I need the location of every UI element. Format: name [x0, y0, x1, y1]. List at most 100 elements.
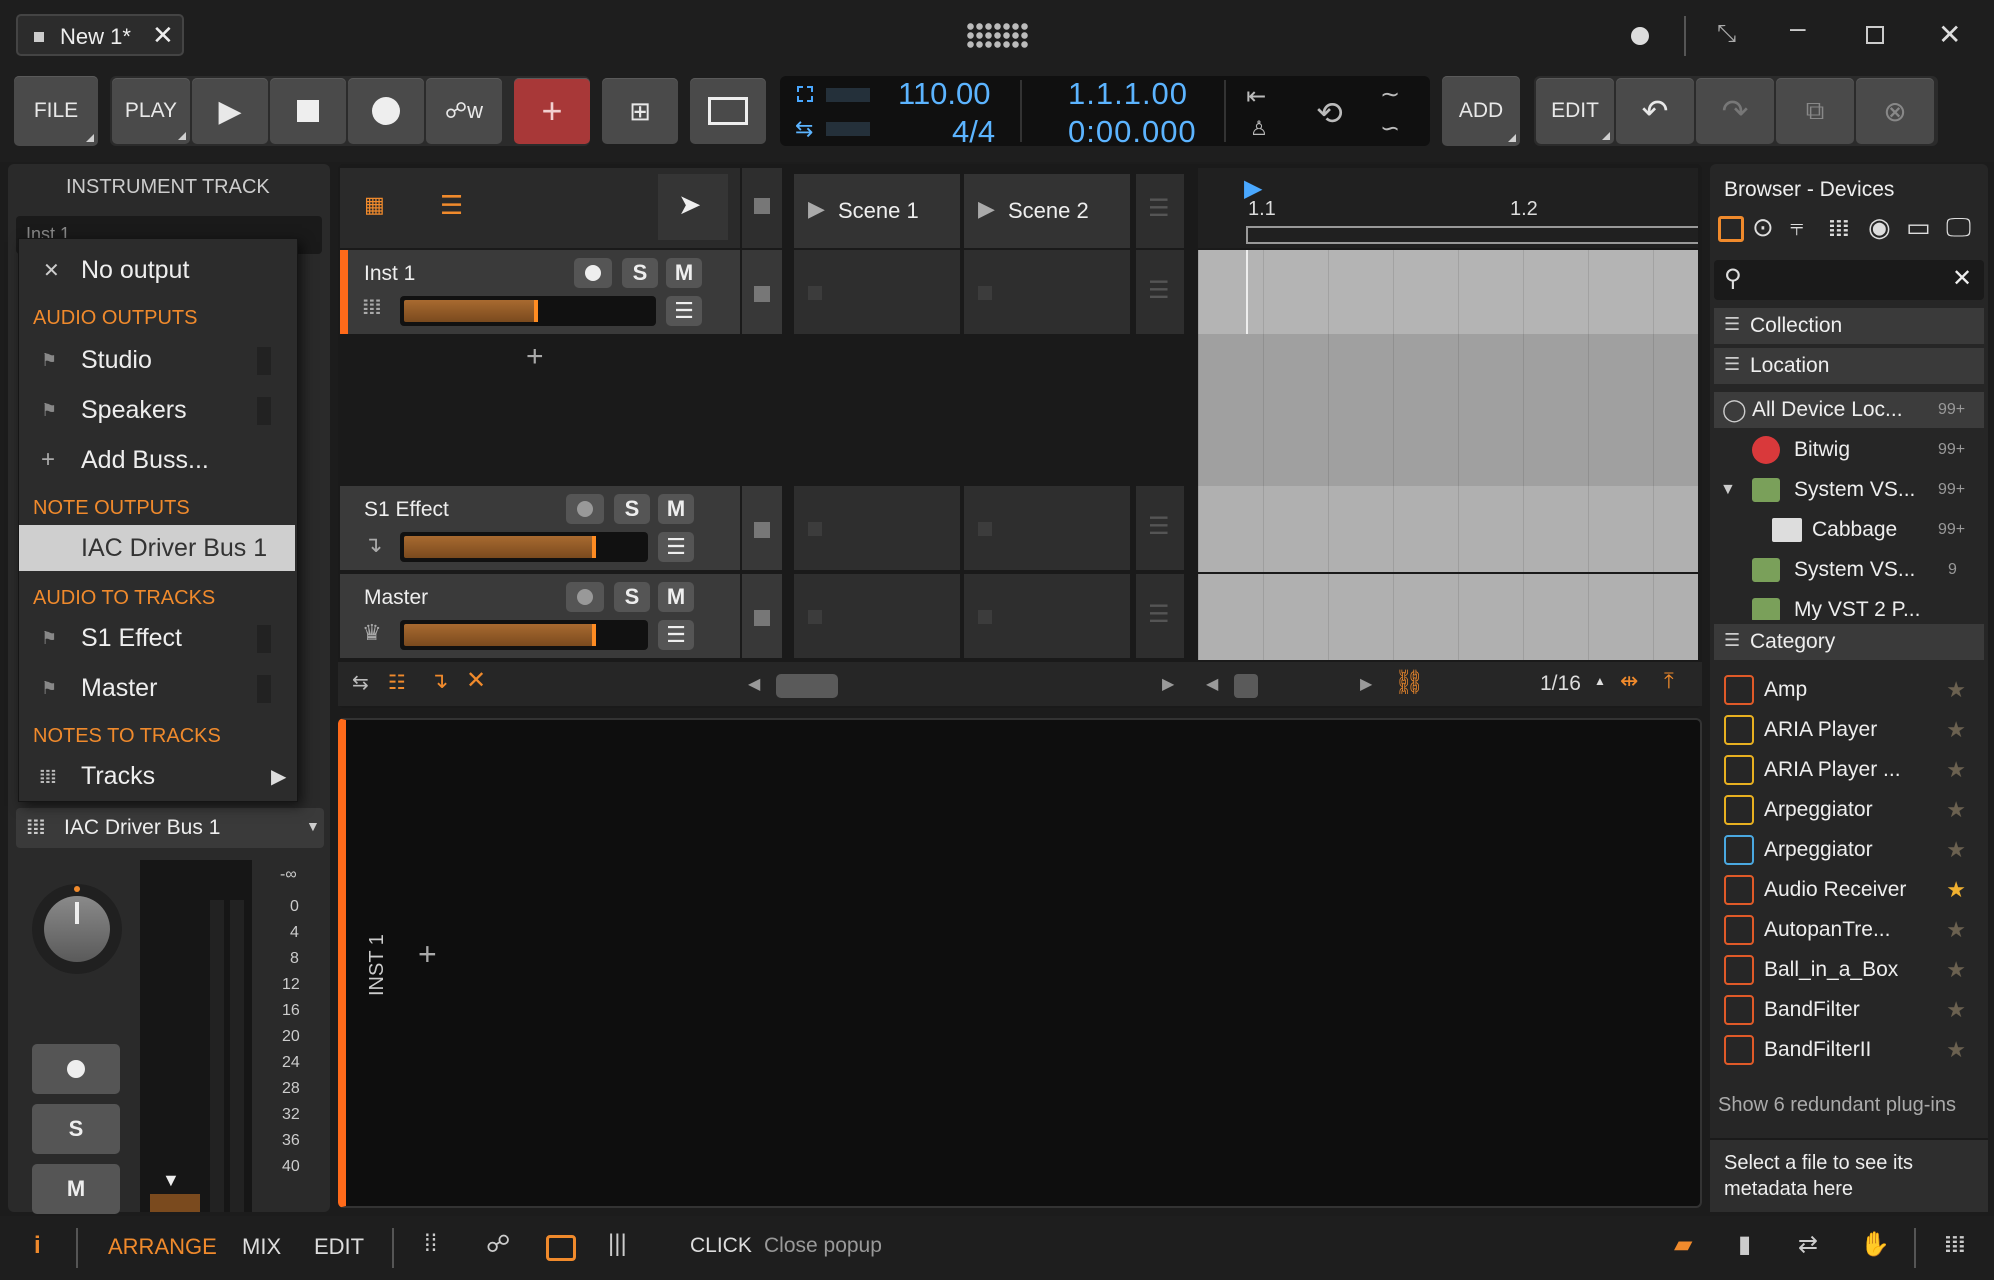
solo-button[interactable]: S: [622, 258, 658, 288]
arranger-scroll-left-icon[interactable]: ◀: [1206, 674, 1218, 694]
tempo-value[interactable]: 110.00: [898, 76, 991, 112]
star-icon[interactable]: ★: [1946, 917, 1966, 943]
location-item[interactable]: ▼ System VS... 99+: [1714, 472, 1984, 508]
location-item[interactable]: ◯ All Device Loc... 99+: [1714, 392, 1984, 428]
multisamples-tab-icon[interactable]: 𝍖: [1828, 214, 1850, 243]
grid-resolution[interactable]: 1/16: [1540, 672, 1581, 696]
punch-in-icon[interactable]: ∼: [1380, 80, 1400, 109]
clip-list-icon[interactable]: ☷: [388, 670, 406, 695]
browser-search[interactable]: ⚲ ✕: [1714, 260, 1984, 300]
project-tab[interactable]: New 1* ✕: [16, 14, 184, 56]
device-item[interactable]: Ball_in_a_Box ★: [1714, 952, 1984, 988]
grid-stepper-icon[interactable]: ▲: [1594, 674, 1606, 688]
add-track-icon[interactable]: +: [526, 340, 544, 374]
device-item[interactable]: BandFilter ★: [1714, 992, 1984, 1028]
file-button[interactable]: FILE: [14, 76, 98, 146]
play-menu-button[interactable]: PLAY: [112, 78, 190, 144]
clip-slot[interactable]: [794, 250, 960, 334]
solo-button[interactable]: S: [32, 1104, 120, 1154]
snap-icon[interactable]: ⤒: [1664, 668, 1674, 694]
position-bars[interactable]: 1.1.1.00: [1068, 76, 1188, 112]
duplicate-button[interactable]: ⧉: [1776, 78, 1854, 144]
sync-icon[interactable]: [797, 86, 813, 102]
scene-1[interactable]: ▶ Scene 1: [794, 174, 960, 248]
device-item[interactable]: Arpeggiator ★: [1714, 832, 1984, 868]
mix-tab[interactable]: MIX: [242, 1234, 281, 1260]
time-signature[interactable]: 4/4: [952, 114, 995, 150]
device-item[interactable]: ARIA Player ... ★: [1714, 752, 1984, 788]
metronome-icon[interactable]: ♙: [1250, 116, 1268, 141]
automation-write-button[interactable]: ☍w: [426, 78, 502, 144]
fader-track[interactable]: ▼: [140, 860, 252, 1212]
clear-search-icon[interactable]: ✕: [1952, 264, 1972, 293]
track-menu-button[interactable]: ☰: [666, 296, 702, 326]
scene-2[interactable]: ▶ Scene 2: [964, 174, 1130, 248]
device-item[interactable]: Audio Receiver ★: [1714, 872, 1984, 908]
clear-icon[interactable]: ✕: [466, 666, 486, 695]
star-icon[interactable]: ★: [1946, 957, 1966, 983]
location-header[interactable]: ☰ Location: [1714, 348, 1984, 384]
clip-slot[interactable]: [794, 486, 960, 570]
clip-stop-slot[interactable]: [742, 486, 782, 570]
music-tab-icon[interactable]: ▭: [1906, 212, 1931, 243]
minimize-icon[interactable]: –: [1790, 12, 1806, 44]
delete-button[interactable]: ⊗: [1856, 78, 1934, 144]
clip-slot[interactable]: [964, 486, 1130, 570]
file-icon[interactable]: ▮: [1738, 1230, 1751, 1259]
output-s1-effect[interactable]: ⚑ S1 Effect: [19, 615, 295, 661]
output-studio[interactable]: ⚑ Studio: [19, 337, 295, 383]
clip-stop-slot[interactable]: [742, 574, 782, 658]
output-tracks-submenu[interactable]: 𝍖 Tracks ▶: [19, 753, 295, 799]
add-track-button[interactable]: +: [514, 78, 590, 144]
record-arm-button[interactable]: [32, 1044, 120, 1094]
edit-menu-button[interactable]: EDIT: [1536, 78, 1614, 144]
overdub-button[interactable]: ⊞: [602, 78, 678, 144]
device-item[interactable]: Amp ★: [1714, 672, 1984, 708]
punch-out-icon[interactable]: ∽: [1380, 114, 1400, 143]
add-device-icon[interactable]: +: [418, 936, 437, 973]
close-window-icon[interactable]: ✕: [1938, 18, 1961, 51]
automation-icon[interactable]: ☍: [486, 1230, 510, 1259]
files-tab-icon[interactable]: 🖵: [1946, 212, 1971, 244]
device-item[interactable]: BandFilterII ★: [1714, 1032, 1984, 1068]
arrange-tab[interactable]: ARRANGE: [108, 1234, 217, 1260]
star-icon[interactable]: ★: [1946, 837, 1966, 863]
grid-view-icon[interactable]: ▦: [364, 192, 385, 218]
star-icon[interactable]: ★: [1946, 757, 1966, 783]
star-icon[interactable]: ★: [1946, 997, 1966, 1023]
clip-launcher-button[interactable]: [690, 78, 766, 144]
arm-button[interactable]: [566, 494, 604, 524]
arranger-scroll-right-icon[interactable]: ▶: [1360, 674, 1372, 694]
ruler[interactable]: ▶ 1.1 1.2: [1198, 168, 1698, 248]
no-output-item[interactable]: ✕ No output: [19, 247, 295, 293]
io-icon[interactable]: ⇄: [1798, 1230, 1818, 1259]
track-master[interactable]: Master S M ♛ ☰: [340, 574, 740, 658]
follow-icon[interactable]: ↴: [430, 668, 448, 694]
device-panel-icon[interactable]: [546, 1235, 576, 1261]
output-master[interactable]: ⚑ Master: [19, 665, 295, 711]
add-button[interactable]: ADD: [1442, 76, 1520, 146]
arranger-scrollbar[interactable]: [1234, 674, 1258, 698]
record-button[interactable]: [348, 78, 424, 144]
location-item[interactable]: Cabbage 99+: [1714, 512, 1984, 548]
device-item[interactable]: AutopanTre... ★: [1714, 912, 1984, 948]
loop-icon[interactable]: ⟲: [1316, 94, 1343, 132]
stop-button[interactable]: [270, 78, 346, 144]
clip-stop-slot[interactable]: [742, 250, 782, 334]
track-inst1[interactable]: Inst 1 S M 𝍖 ☰: [340, 250, 740, 334]
mute-button[interactable]: M: [666, 258, 702, 288]
track-menu-button[interactable]: ☰: [658, 532, 694, 562]
samples-tab-icon[interactable]: ⫧: [1790, 214, 1804, 242]
loop-sync-icon[interactable]: ⇆: [795, 116, 813, 142]
pre-roll-icon[interactable]: ⇤: [1246, 82, 1266, 111]
volume-meter[interactable]: [400, 296, 656, 326]
clips-tab-icon[interactable]: ◉: [1868, 212, 1891, 243]
volume-knob[interactable]: [32, 884, 122, 974]
star-icon[interactable]: ★: [1946, 677, 1966, 703]
hand-icon[interactable]: ✋: [1860, 1230, 1890, 1259]
devices-tab-icon[interactable]: [1718, 216, 1744, 242]
output-iac-driver[interactable]: IAC Driver Bus 1: [19, 525, 295, 571]
loop-region[interactable]: [1246, 226, 1698, 244]
tab-close-icon[interactable]: ✕: [152, 20, 174, 51]
star-icon[interactable]: ★: [1946, 1037, 1966, 1063]
